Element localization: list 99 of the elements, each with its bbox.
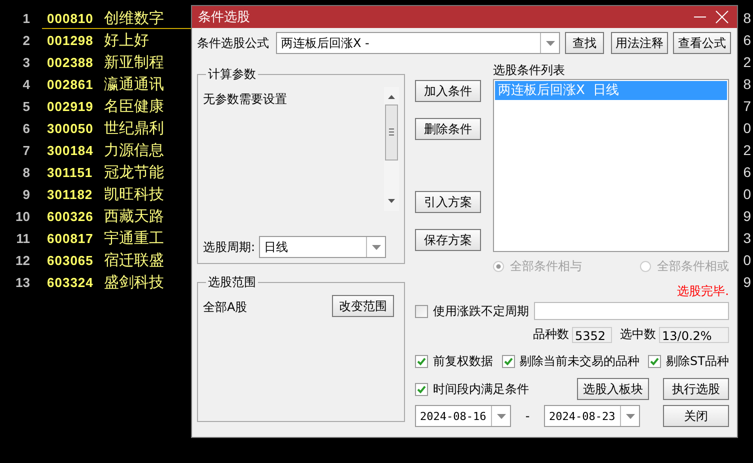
action-button[interactable]: 删除条件 <box>415 118 481 140</box>
add-to-block-button[interactable]: 选股入板块 <box>577 378 649 400</box>
stock-code: 300050 <box>47 120 94 136</box>
count-label: 选中数 <box>620 326 656 343</box>
group-title: 选股范围 <box>207 274 257 291</box>
checkbox-label: 时间段内满足条件 <box>433 380 530 398</box>
table-cell: 9 <box>743 208 751 224</box>
table-cell: 8 <box>743 76 751 92</box>
list-title: 选股条件列表 <box>493 63 566 79</box>
window-title: 条件选股 <box>198 9 251 26</box>
toolbar-button[interactable]: 查看公式 <box>673 32 731 54</box>
stock-code: 603065 <box>47 252 94 268</box>
table-cell: 3 <box>743 230 751 246</box>
table-cell: 9 <box>743 274 751 290</box>
row-number: 4 <box>22 76 30 92</box>
table-cell: 8 <box>743 10 751 26</box>
start-date-picker[interactable]: 2024-08-16 <box>415 405 511 427</box>
row-number: 5 <box>22 98 30 114</box>
stock-name: 名臣健康 <box>104 96 164 116</box>
run-button[interactable]: 执行选股 <box>663 378 729 400</box>
end-date-picker[interactable]: 2024-08-23 <box>544 405 640 427</box>
count-value: 5352 <box>572 326 612 342</box>
stock-name: 盛剑科技 <box>104 272 164 292</box>
stock-code: 002388 <box>47 54 94 70</box>
caret-icon <box>626 414 634 418</box>
checkbox[interactable] <box>415 304 428 318</box>
row-number: 3 <box>22 54 30 70</box>
checkbox[interactable] <box>415 382 428 396</box>
formula-dropdown[interactable]: 两连板后回涨X - <box>276 32 560 54</box>
row-number: 1 <box>22 10 30 26</box>
checkbox-label: 前复权数据 <box>433 353 493 370</box>
row-number: 11 <box>15 230 30 246</box>
params-text: 无参数需要设置 <box>203 91 287 108</box>
table-cell: 2 <box>743 142 751 158</box>
stock-name: 世纪鼎利 <box>104 118 164 138</box>
formula-label: 条件选股公式 <box>197 34 270 52</box>
row-number: 8 <box>22 164 30 180</box>
status-text: 选股完毕. <box>676 283 729 297</box>
action-button[interactable]: 引入方案 <box>415 191 481 213</box>
stock-code: 301151 <box>47 164 94 180</box>
date-separator: - <box>524 409 531 423</box>
stock-code: 600326 <box>47 208 94 224</box>
stock-name: 好上好 <box>104 30 149 50</box>
row-number: 12 <box>14 252 30 268</box>
stock-name: 冠龙节能 <box>104 162 164 182</box>
row-number: 6 <box>22 120 30 136</box>
stock-name: 凯旺科技 <box>104 184 164 204</box>
change-range-button[interactable]: 改变范围 <box>332 295 394 317</box>
table-cell: 6 <box>743 32 751 48</box>
row-number: 10 <box>14 208 30 224</box>
stock-name: 西藏天路 <box>104 206 164 226</box>
row-number: 2 <box>22 32 30 48</box>
stock-code: 600817 <box>47 230 94 246</box>
stock-code: 301182 <box>47 186 94 202</box>
row-number: 9 <box>22 186 30 202</box>
period-dropdown[interactable]: 日线 <box>259 236 386 258</box>
stock-code: 000810 <box>47 10 94 26</box>
stock-code: 300184 <box>47 142 94 158</box>
close-icon[interactable] <box>715 10 729 24</box>
checkbox[interactable] <box>648 355 662 368</box>
action-button[interactable]: 加入条件 <box>415 80 481 102</box>
caret-icon <box>372 244 381 250</box>
action-button[interactable]: 保存方案 <box>415 229 481 251</box>
checkbox-label: 使用涨跌不定周期 <box>433 302 529 320</box>
radio-label: 全部条件相或 <box>657 258 729 275</box>
stock-name: 力源信息 <box>104 140 164 160</box>
stock-name: 创维数字 <box>104 8 164 28</box>
row-number: 13 <box>14 274 30 290</box>
stock-name: 宿迁联盛 <box>104 250 164 270</box>
toolbar-button[interactable]: 用法注释 <box>611 32 668 54</box>
checkbox[interactable] <box>502 355 515 368</box>
period-label: 选股周期: <box>203 238 256 256</box>
radio-label: 全部条件相与 <box>510 258 582 275</box>
table-cell: 0 <box>743 186 751 202</box>
close-button[interactable]: 关闭 <box>663 405 729 427</box>
toolbar-button[interactable]: 查找 <box>565 32 604 54</box>
stock-code: 002919 <box>47 98 94 114</box>
group-title: 计算参数 <box>207 66 257 83</box>
row-number: 7 <box>22 142 30 158</box>
stock-code: 001298 <box>47 32 94 48</box>
checkbox-label: 剔除当前未交易的品种 <box>520 353 640 370</box>
range-value: 全部A股 <box>203 299 248 316</box>
count-value: 13/0.2% <box>659 326 729 342</box>
period-input[interactable] <box>534 302 729 320</box>
stock-name: 新亚制程 <box>104 52 164 72</box>
stock-name: 瀛通通讯 <box>104 74 164 94</box>
count-label: 品种数 <box>533 326 569 343</box>
table-cell: 6 <box>743 164 751 180</box>
stock-code: 603324 <box>47 274 94 290</box>
caret-icon <box>496 414 506 418</box>
checkbox[interactable] <box>415 355 428 368</box>
stock-code: 002861 <box>47 76 94 92</box>
table-cell: 0 <box>743 252 751 268</box>
checkbox-label: 剔除ST品种 <box>666 353 729 370</box>
table-cell: 7 <box>743 98 751 114</box>
table-cell: 0 <box>743 120 751 136</box>
caret-icon <box>546 40 554 46</box>
table-cell: 2 <box>743 54 751 70</box>
stock-name: 宇通重工 <box>104 228 164 248</box>
